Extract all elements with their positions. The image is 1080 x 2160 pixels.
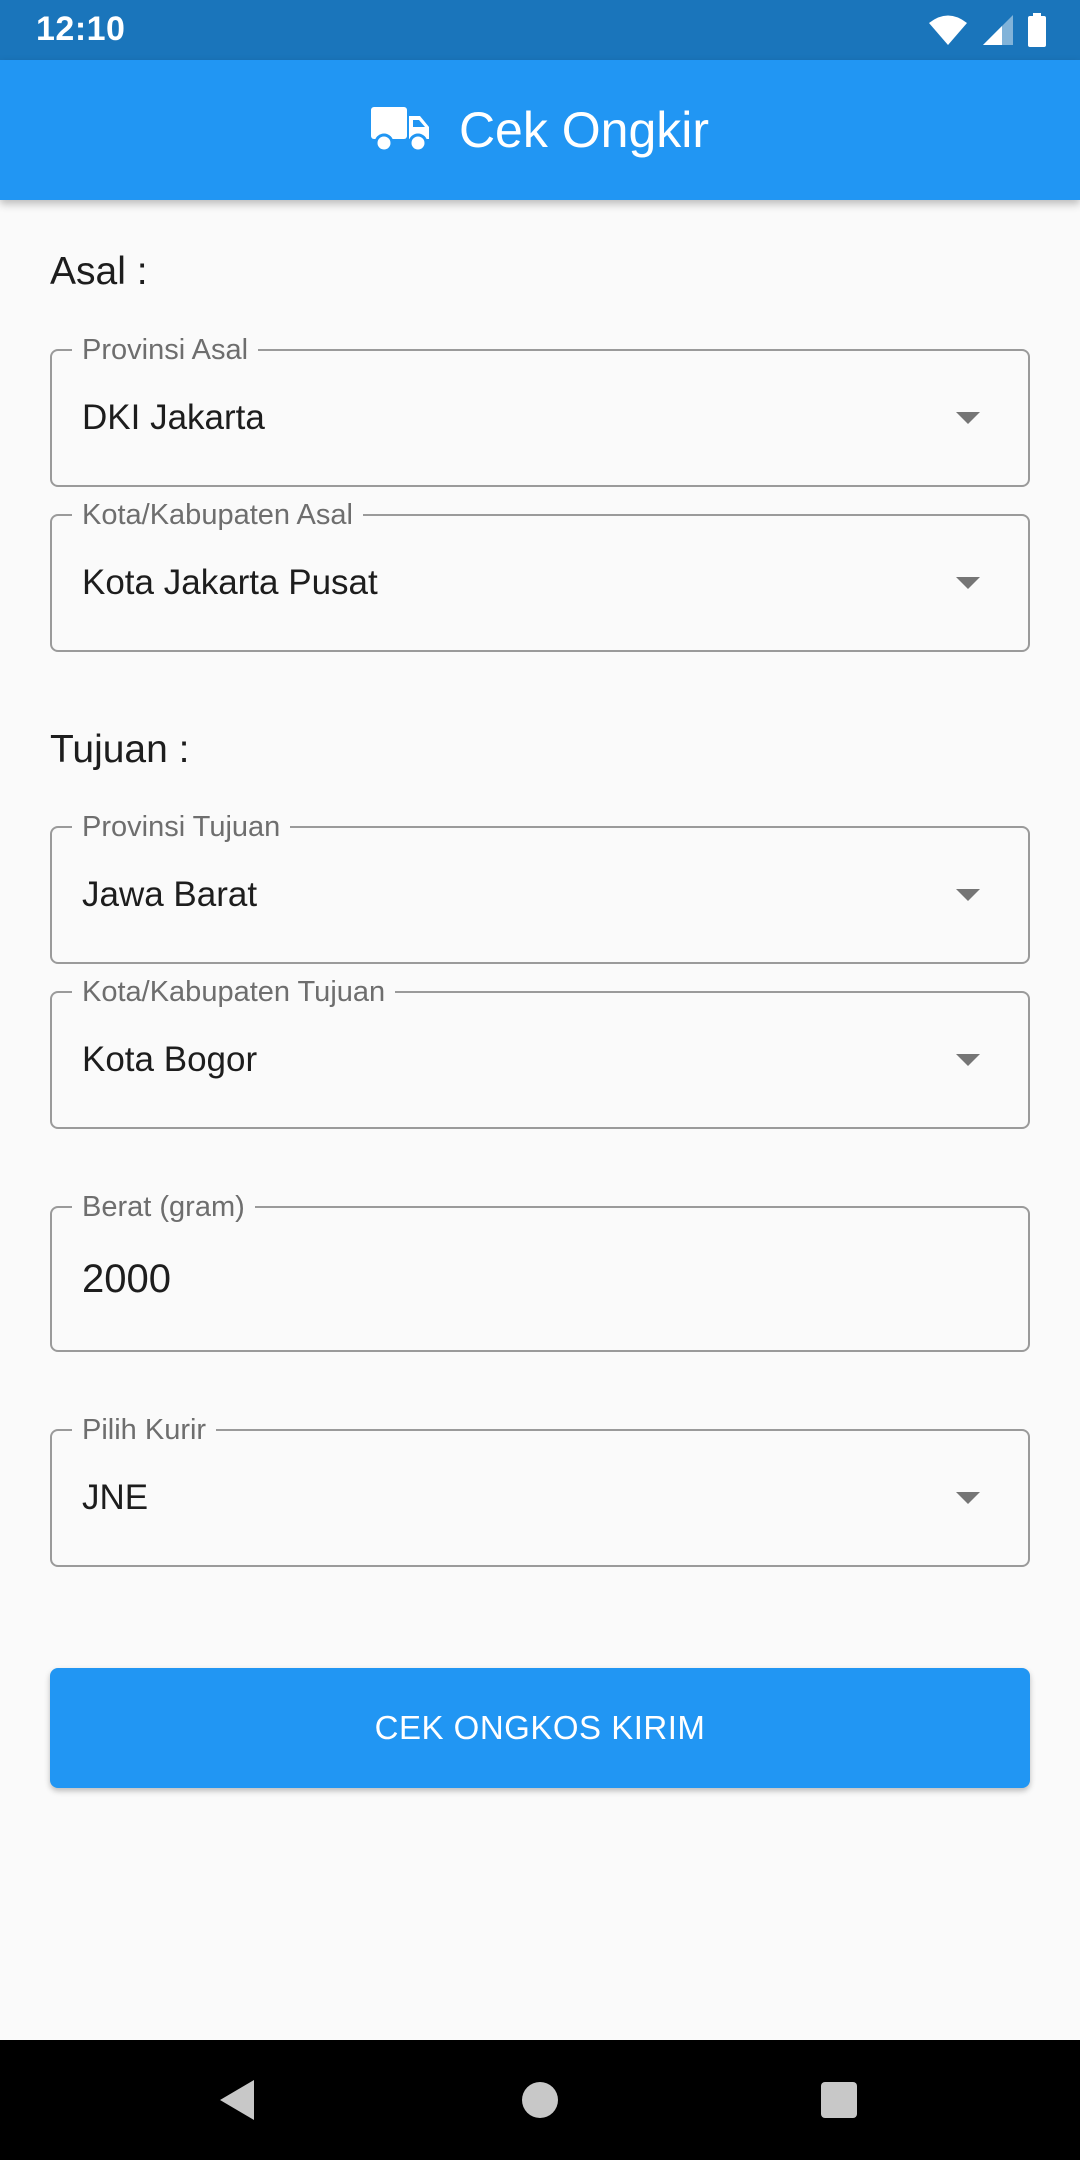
app-bar: Cek Ongkir xyxy=(0,60,1080,200)
dropdown-arrow-icon xyxy=(956,577,980,589)
truck-icon xyxy=(370,107,429,153)
page-title: Cek Ongkir xyxy=(458,102,710,158)
home-icon[interactable] xyxy=(522,2082,558,2118)
origin-province-value: DKI Jakarta xyxy=(82,398,265,437)
recent-apps-icon[interactable] xyxy=(821,2082,857,2118)
origin-city-value: Kota Jakarta Pusat xyxy=(82,563,378,602)
weight-value: 2000 xyxy=(82,1256,171,1301)
destination-city-value: Kota Bogor xyxy=(82,1040,258,1079)
back-icon[interactable] xyxy=(220,2080,254,2120)
dropdown-arrow-icon xyxy=(956,412,980,424)
wifi-icon xyxy=(929,15,967,45)
courier-dropdown[interactable]: Pilih Kurir JNE xyxy=(50,1414,1030,1567)
cell-signal-icon xyxy=(983,15,1013,45)
origin-section-label: Asal : xyxy=(50,250,148,293)
status-icons xyxy=(928,12,1046,48)
origin-province-dropdown[interactable]: Provinsi Asal DKI Jakarta xyxy=(50,334,1030,487)
navigation-bar xyxy=(0,2040,1080,2160)
dropdown-arrow-icon xyxy=(956,1492,980,1504)
dropdown-arrow-icon xyxy=(956,889,980,901)
destination-province-dropdown[interactable]: Provinsi Tujuan Jawa Barat xyxy=(50,811,1030,964)
status-bar: 12:10 xyxy=(0,0,1080,60)
destination-province-value: Jawa Barat xyxy=(82,875,258,914)
courier-value: JNE xyxy=(82,1478,149,1517)
dropdown-arrow-icon xyxy=(956,1054,980,1066)
status-time: 12:10 xyxy=(36,10,126,48)
destination-city-dropdown[interactable]: Kota/Kabupaten Tujuan Kota Bogor xyxy=(50,976,1030,1129)
battery-icon xyxy=(1028,13,1046,47)
check-shipping-cost-button[interactable]: CEK ONGKOS KIRIM xyxy=(50,1668,1030,1788)
weight-input[interactable]: Berat (gram) 2000 xyxy=(50,1191,1030,1352)
destination-section-label: Tujuan : xyxy=(50,728,190,771)
origin-city-dropdown[interactable]: Kota/Kabupaten Asal Kota Jakarta Pusat xyxy=(50,499,1030,652)
